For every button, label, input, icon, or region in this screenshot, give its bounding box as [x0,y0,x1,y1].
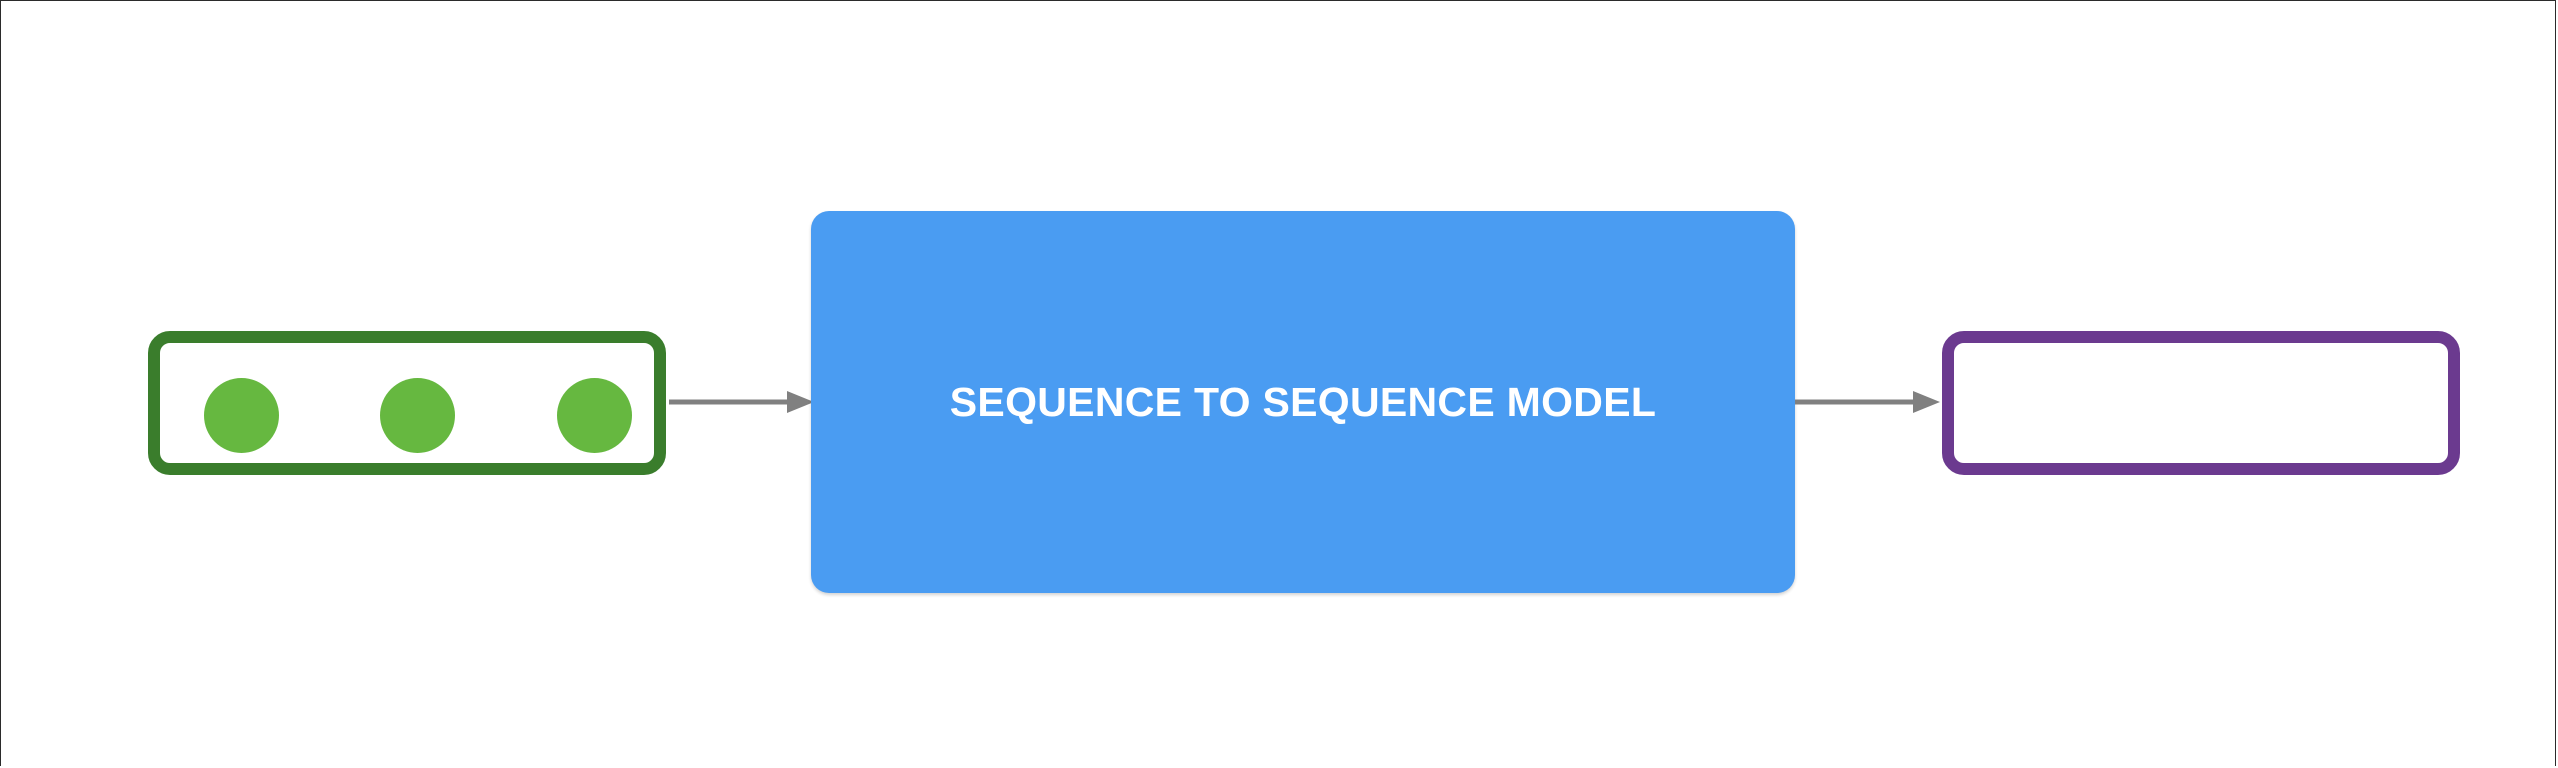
input-sequence-box [148,331,666,475]
arrow-right-icon [1795,391,1940,413]
input-token-1 [204,378,279,453]
sequence-model-box: SEQUENCE TO SEQUENCE MODEL [811,211,1795,593]
arrow-right-icon [669,391,814,413]
model-label: SEQUENCE TO SEQUENCE MODEL [949,378,1657,425]
input-token-3 [557,378,632,453]
input-token-2 [380,378,455,453]
output-sequence-box [1942,331,2460,475]
diagram-canvas: SEQUENCE TO SEQUENCE MODEL [0,0,2556,766]
